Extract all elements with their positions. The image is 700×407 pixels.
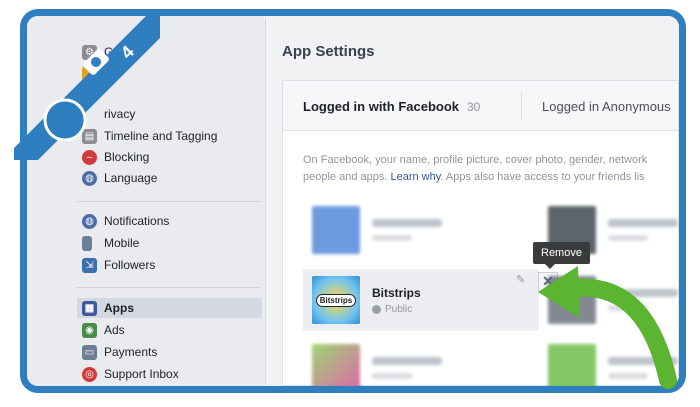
list-item[interactable] (548, 344, 678, 386)
sidebar-divider (77, 287, 261, 288)
bitstrips-logo: Bitstrips (312, 276, 360, 324)
edit-pencil-icon[interactable]: ✎ (516, 273, 525, 286)
tab-label: Logged in with Facebook (303, 99, 459, 114)
sidebar-item-label: Apps (104, 301, 134, 315)
description-text: people and apps. (303, 171, 388, 183)
sidebar-item-label: Payments (104, 345, 158, 359)
sidebar-item-label: Language (104, 171, 158, 185)
sidebar-item-label: Mobile (104, 236, 140, 250)
sidebar-item-language[interactable]: ◍ Language (82, 168, 157, 188)
remove-tooltip: Remove (533, 242, 590, 269)
sidebar-item-label: Notifications (104, 214, 170, 228)
mobile-icon (82, 235, 92, 251)
learn-why-link[interactable]: Learn why (390, 171, 440, 183)
list-item[interactable] (312, 344, 442, 386)
sidebar-item-apps[interactable]: ▦ Apps (77, 298, 262, 318)
globe-icon (372, 304, 381, 314)
app-privacy: Public (385, 303, 413, 315)
sidebar-divider (77, 201, 261, 202)
list-item[interactable] (312, 206, 442, 254)
logo-text: Bitstrips (315, 293, 357, 307)
sidebar-item-label: Ads (104, 323, 125, 337)
tab-divider (521, 91, 522, 119)
apps-list: On Facebook, your name, profile picture,… (282, 130, 679, 386)
sidebar-item-followers[interactable]: ⇲ Followers (82, 255, 155, 275)
description-line: people and apps. Learn why. Apps also ha… (303, 169, 679, 186)
apps-icon: ▦ (82, 300, 97, 316)
list-item[interactable] (548, 276, 678, 324)
app-thumbnail (312, 206, 360, 254)
ads-icon: ◉ (82, 322, 97, 338)
support-icon: ◎ (82, 366, 97, 382)
sidebar-item-notifications[interactable]: ◍ Notifications (82, 211, 169, 231)
sidebar-item-support-inbox[interactable]: ◎ Support Inbox (82, 364, 179, 384)
sidebar-item-payments[interactable]: ▭ Payments (82, 342, 157, 362)
description-line: On Facebook, your name, profile picture,… (303, 154, 648, 166)
app-thumbnail (548, 344, 596, 386)
sidebar-item-ads[interactable]: ◉ Ads (82, 320, 125, 340)
sidebar-item-label: Followers (104, 258, 156, 272)
app-name: Bitstrips (372, 285, 421, 300)
app-tabs: Logged in with Facebook 30 Logged in Anon… (282, 80, 679, 131)
followers-icon: ⇲ (82, 257, 97, 273)
description-text: . Apps also have access to your friends … (440, 171, 645, 183)
ribbon-logo-circle (43, 98, 87, 142)
ribbon-band (14, 14, 160, 160)
app-thumbnail (312, 344, 360, 386)
app-settings-panel: App Settings Logged in with Facebook 30 L… (265, 16, 679, 386)
tab-logged-in-with-facebook[interactable]: Logged in with Facebook 30 (303, 99, 480, 114)
page-title: App Settings (282, 43, 375, 60)
globe-icon: ◍ (82, 170, 97, 186)
list-item[interactable]: Bitstrips Bitstrips Public (312, 276, 421, 324)
sidebar-item-label: Support Inbox (104, 367, 179, 381)
tab-logged-in-anonymously[interactable]: Logged in Anonymous (542, 99, 671, 114)
step-ribbon: 4 (14, 14, 160, 160)
globe-icon: ◍ (82, 213, 97, 229)
sidebar-item-mobile[interactable]: Mobile (82, 233, 139, 253)
apps-description: On Facebook, your name, profile picture,… (303, 152, 679, 186)
tab-count: 30 (467, 100, 481, 114)
payments-icon: ▭ (82, 344, 97, 360)
app-thumbnail (548, 276, 596, 324)
